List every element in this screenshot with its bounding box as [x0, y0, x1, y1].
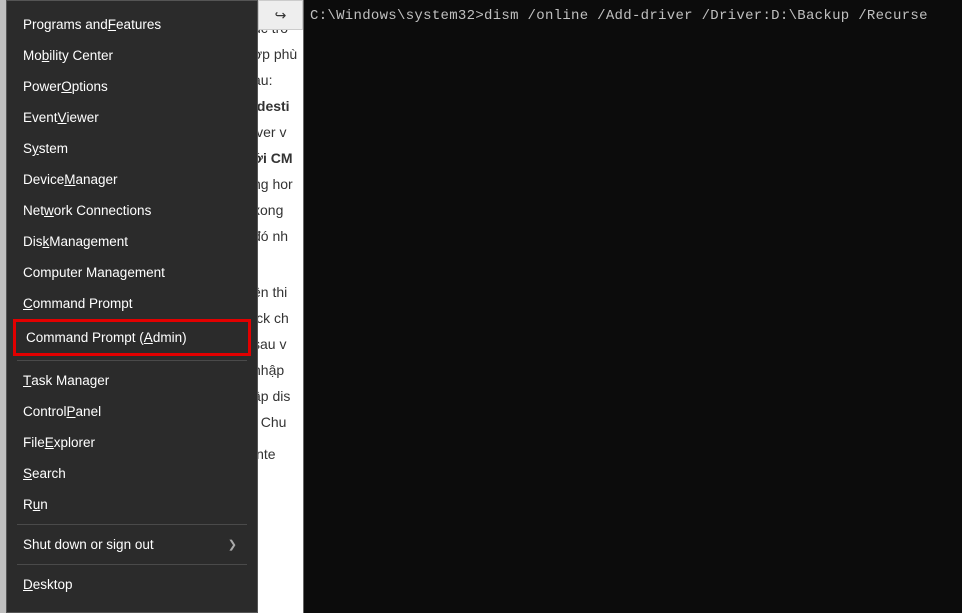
menu-power-options[interactable]: Power Options	[7, 71, 257, 102]
terminal-command: dism /online /Add-driver /Driver:D:\Back…	[484, 8, 928, 24]
menu-separator	[17, 564, 247, 565]
menu-desktop[interactable]: Desktop	[7, 569, 257, 600]
menu-shutdown-signout[interactable]: Shut down or sign out ❯	[7, 529, 257, 560]
menu-command-prompt[interactable]: Command Prompt	[7, 288, 257, 319]
command-prompt-window[interactable]: C:\Windows\system32>dism /online /Add-dr…	[303, 0, 962, 613]
background-document-sliver: ục trơ ợp phù au: /desti iver v ới CM ng…	[258, 0, 303, 613]
menu-network-connections[interactable]: Network Connections	[7, 195, 257, 226]
menu-search[interactable]: Search	[7, 458, 257, 489]
menu-run[interactable]: Run	[7, 489, 257, 520]
winx-power-user-menu: Programs and Features Mobility Center Po…	[6, 0, 258, 613]
terminal-line: C:\Windows\system32>dism /online /Add-dr…	[304, 0, 962, 32]
menu-task-manager[interactable]: Task Manager	[7, 365, 257, 396]
nav-forward-icon: ↪	[258, 0, 303, 30]
menu-mobility-center[interactable]: Mobility Center	[7, 40, 257, 71]
chevron-right-icon: ❯	[228, 538, 237, 551]
menu-programs-features[interactable]: Programs and Features	[7, 9, 257, 40]
menu-control-panel[interactable]: Control Panel	[7, 396, 257, 427]
menu-file-explorer[interactable]: File Explorer	[7, 427, 257, 458]
menu-command-prompt-admin[interactable]: Command Prompt (Admin)	[16, 322, 248, 353]
menu-separator	[17, 360, 247, 361]
menu-event-viewer[interactable]: Event Viewer	[7, 102, 257, 133]
highlighted-menu-item-box: Command Prompt (Admin)	[13, 319, 251, 356]
menu-computer-management[interactable]: Computer Management	[7, 257, 257, 288]
terminal-prompt: C:\Windows\system32>	[310, 8, 484, 24]
menu-disk-management[interactable]: Disk Management	[7, 226, 257, 257]
menu-system[interactable]: System	[7, 133, 257, 164]
menu-separator	[17, 524, 247, 525]
menu-device-manager[interactable]: Device Manager	[7, 164, 257, 195]
